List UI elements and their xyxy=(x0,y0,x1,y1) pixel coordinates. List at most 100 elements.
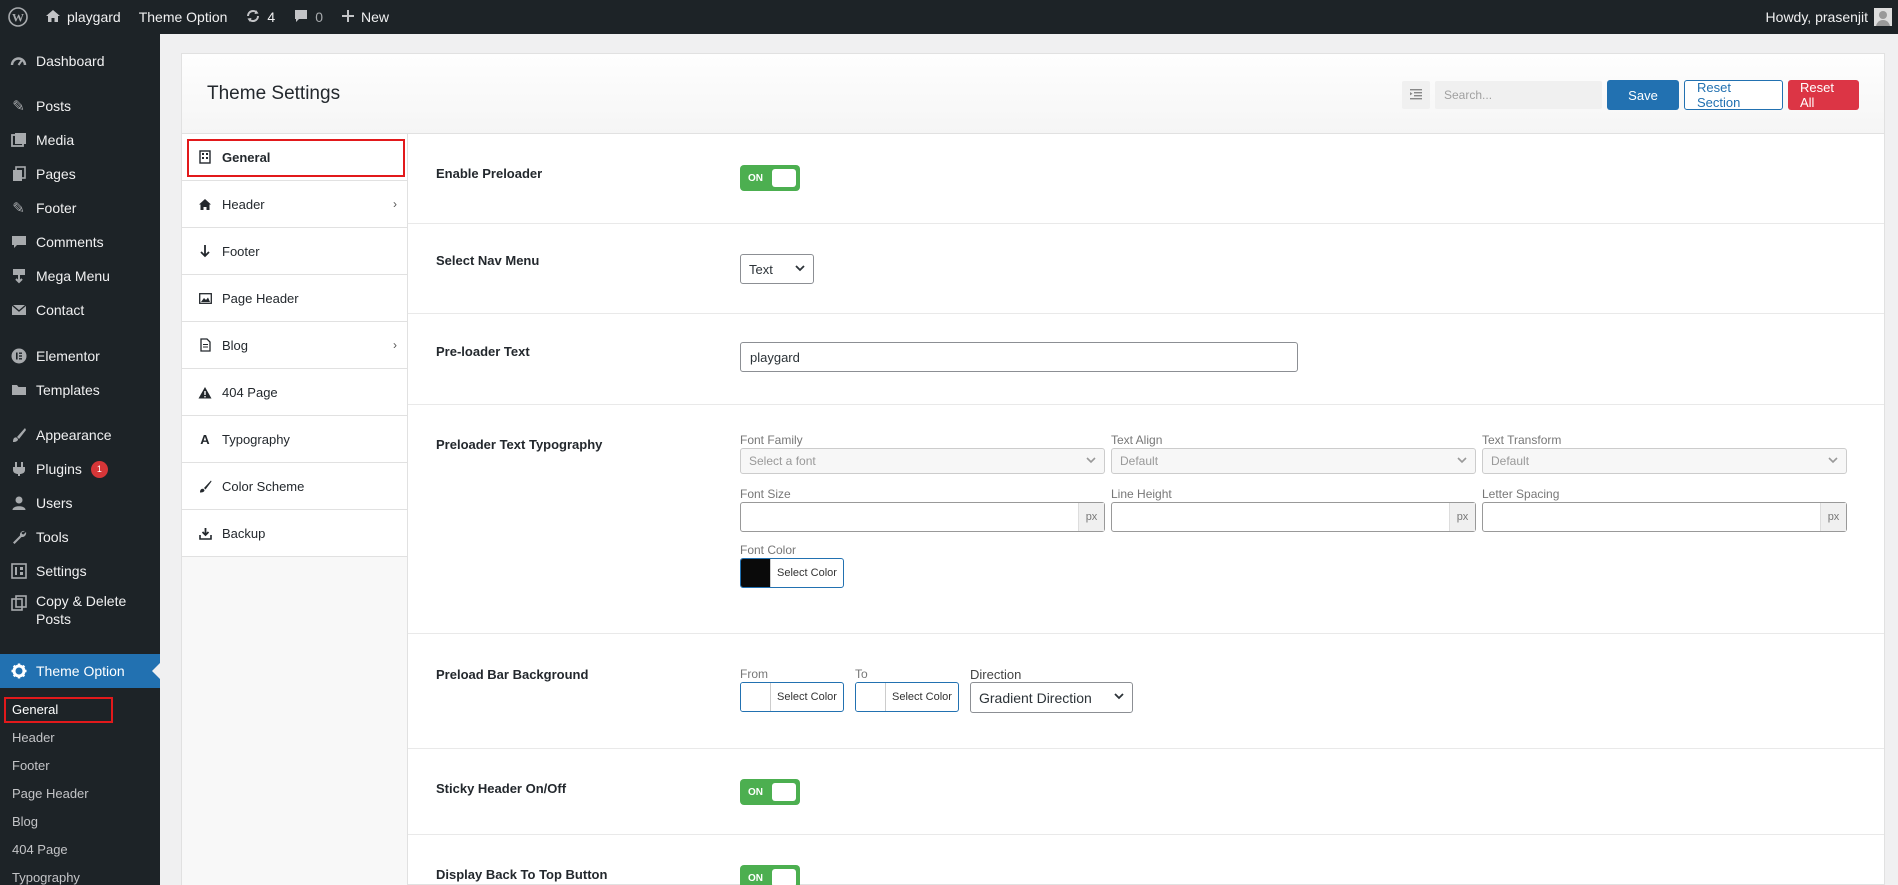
menu-item-media[interactable]: Media xyxy=(0,123,160,157)
section-header[interactable]: Header › xyxy=(182,181,407,228)
admin-menu: Dashboard ✎ Posts Media Pages ✎ Footer C… xyxy=(0,34,160,885)
menu-item-appearance[interactable]: Appearance xyxy=(0,418,160,452)
section-typography[interactable]: A Typography xyxy=(182,416,407,463)
submenu-item-blog[interactable]: Blog xyxy=(0,810,160,832)
unit-label: px xyxy=(1449,503,1475,531)
reset-section-button[interactable]: Reset Section xyxy=(1684,80,1783,110)
menu-label: Appearance xyxy=(36,427,112,443)
download-icon xyxy=(198,526,212,540)
color-swatch xyxy=(741,683,771,711)
menu-item-templates[interactable]: Templates xyxy=(0,373,160,407)
toggle-state: ON xyxy=(748,172,763,184)
page-title: Theme Settings xyxy=(207,83,341,104)
submenu-item-header[interactable]: Header xyxy=(0,726,160,748)
line-height-input[interactable]: px xyxy=(1111,502,1476,532)
my-account-link[interactable]: Howdy, prasenjit xyxy=(1757,0,1898,34)
section-404-page[interactable]: 404 Page xyxy=(182,369,407,416)
chevron-down-icon xyxy=(1457,456,1467,467)
menu-label: Plugins xyxy=(36,461,82,477)
menu-item-tools[interactable]: Tools xyxy=(0,520,160,554)
menu-label: Contact xyxy=(36,302,85,318)
direction-label: Direction xyxy=(970,667,1022,682)
menu-item-settings[interactable]: Settings xyxy=(0,554,160,588)
mail-icon xyxy=(10,302,27,319)
site-name: playgard xyxy=(67,9,121,25)
admin-bar: W playgard Theme Option 4 0 New Howdy, p… xyxy=(0,0,1898,34)
field-enable-preloader: Enable Preloader ON xyxy=(408,134,1884,224)
new-content-link[interactable]: New xyxy=(332,0,398,34)
save-button[interactable]: Save xyxy=(1607,80,1679,110)
field-label: Preloader Text Typography xyxy=(436,437,603,452)
submenu-item-page-header[interactable]: Page Header xyxy=(0,782,160,804)
menu-item-users[interactable]: Users xyxy=(0,486,160,520)
section-label: Header xyxy=(222,196,265,212)
menu-item-theme-option[interactable]: Theme Option xyxy=(0,654,160,688)
font-size-input[interactable]: px xyxy=(740,502,1105,532)
field-label: Enable Preloader xyxy=(436,166,543,181)
pin-icon: ✎ xyxy=(12,98,25,115)
comments-link[interactable]: 0 xyxy=(284,0,332,34)
gradient-direction-select[interactable]: Gradient Direction xyxy=(970,682,1133,713)
copy-icon xyxy=(10,594,27,611)
expand-options-button[interactable] xyxy=(1402,81,1430,109)
select-value: Gradient Direction xyxy=(979,689,1092,706)
menu-label: Mega Menu xyxy=(36,268,110,284)
panel-header: Theme Settings Save Reset Section Reset … xyxy=(182,54,1884,134)
menu-item-mega-menu[interactable]: Mega Menu xyxy=(0,259,160,293)
section-footer[interactable]: Footer xyxy=(182,228,407,275)
submenu-label: Header xyxy=(12,729,55,745)
to-color-picker[interactable]: Select Color xyxy=(855,682,959,712)
submenu-item-404-page[interactable]: 404 Page xyxy=(0,838,160,860)
menu-item-dashboard[interactable]: Dashboard xyxy=(0,44,160,78)
menu-item-plugins[interactable]: Plugins 1 xyxy=(0,452,160,486)
menu-item-posts[interactable]: ✎ Posts xyxy=(0,89,160,123)
select-color-label: Select Color xyxy=(777,567,837,579)
preloader-text-input[interactable]: playgard xyxy=(740,342,1298,372)
text-align-select[interactable]: Default xyxy=(1111,448,1476,474)
section-page-header[interactable]: Page Header xyxy=(182,275,407,322)
font-family-select[interactable]: Select a font xyxy=(740,448,1105,474)
section-color-scheme[interactable]: Color Scheme xyxy=(182,463,407,510)
theme-option-link[interactable]: Theme Option xyxy=(130,0,237,34)
dashboard-icon xyxy=(10,53,27,70)
sticky-header-toggle[interactable]: ON xyxy=(740,779,800,805)
text-transform-select[interactable]: Default xyxy=(1482,448,1847,474)
text-align-label: Text Align xyxy=(1111,433,1163,447)
color-swatch xyxy=(741,559,771,587)
comment-icon xyxy=(293,8,309,27)
submenu-item-typography[interactable]: Typography xyxy=(0,866,160,885)
field-preload-bar-background: Preload Bar Background From Select Color… xyxy=(408,634,1884,749)
howdy-text: Howdy, prasenjit xyxy=(1765,9,1868,25)
menu-item-comments[interactable]: Comments xyxy=(0,225,160,259)
plugins-update-badge: 1 xyxy=(90,460,108,478)
enable-preloader-toggle[interactable]: ON xyxy=(740,165,800,191)
reset-all-button[interactable]: Reset All xyxy=(1788,80,1859,110)
field-sticky-header: Sticky Header On/Off ON xyxy=(408,749,1884,835)
menu-item-elementor[interactable]: Elementor xyxy=(0,339,160,373)
menu-item-pages[interactable]: Pages xyxy=(0,157,160,191)
letter-spacing-input[interactable]: px xyxy=(1482,502,1847,532)
site-name-link[interactable]: playgard xyxy=(36,0,130,34)
back-to-top-toggle[interactable]: ON xyxy=(740,865,800,885)
font-color-picker[interactable]: Select Color xyxy=(740,558,844,588)
submenu-item-footer[interactable]: Footer xyxy=(0,754,160,776)
from-color-picker[interactable]: Select Color xyxy=(740,682,844,712)
updates-link[interactable]: 4 xyxy=(236,0,284,34)
wordpress-logo-icon[interactable]: W xyxy=(0,0,36,34)
field-preloader-typography: Preloader Text Typography Font Family Se… xyxy=(408,405,1884,634)
menu-item-copy-delete-posts[interactable]: Copy & Delete Posts xyxy=(0,592,160,638)
plus-icon xyxy=(341,9,355,26)
pages-icon xyxy=(10,166,27,183)
updates-count: 4 xyxy=(267,9,276,25)
menu-label: Users xyxy=(36,495,73,511)
font-color-label: Font Color xyxy=(740,543,797,557)
refresh-icon xyxy=(245,8,261,27)
highlight-box-section-general xyxy=(187,139,405,177)
section-backup[interactable]: Backup xyxy=(182,510,407,557)
section-blog[interactable]: Blog › xyxy=(182,322,407,369)
menu-item-footer[interactable]: ✎ Footer xyxy=(0,191,160,225)
nav-menu-select[interactable]: Text xyxy=(740,254,814,284)
menu-item-contact[interactable]: Contact xyxy=(0,293,160,327)
search-input[interactable] xyxy=(1435,81,1602,109)
select-color-label: Select Color xyxy=(777,691,837,703)
